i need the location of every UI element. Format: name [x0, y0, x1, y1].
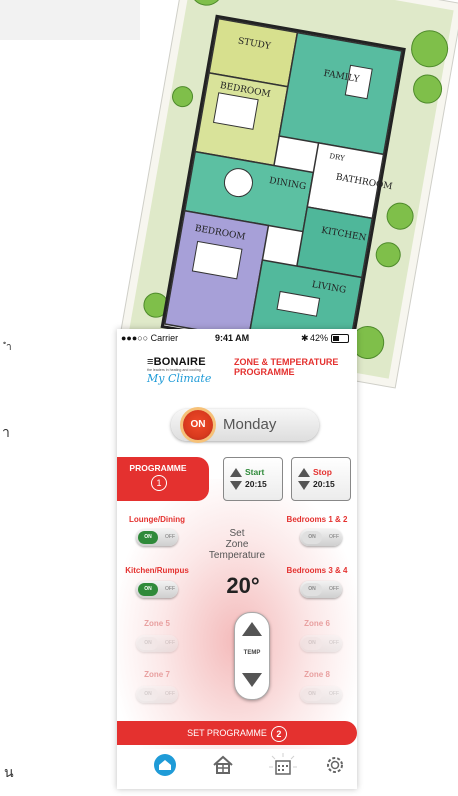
- status-bar: ●●●○○ Carrier 9:41 AM ✱ 42%: [117, 329, 357, 347]
- zone-4-toggle[interactable]: ON OFF: [300, 581, 342, 598]
- page-title: ZONE & TEMPERATURE PROGRAMME: [234, 357, 338, 377]
- zone-6-toggle[interactable]: ON OFF: [300, 635, 342, 652]
- set-zone-temperature-label: Set Zone Temperature: [205, 528, 269, 561]
- stop-down-arrow-icon[interactable]: [298, 481, 310, 490]
- temperature-stepper[interactable]: TEMP: [234, 612, 270, 700]
- zone-6-label: Zone 6: [304, 619, 330, 628]
- tab-bar: [117, 749, 357, 789]
- set-programme-label: SET PROGRAMME: [187, 728, 267, 738]
- set-programme-button[interactable]: SET PROGRAMME 2: [117, 721, 357, 745]
- zone-3-label: Kitchen/Rumpus: [125, 566, 189, 575]
- edge-text-3: น: [4, 765, 14, 781]
- zones-icon: [213, 755, 233, 774]
- zone-4-label: Bedrooms 3 & 4: [286, 566, 348, 575]
- zone-5-toggle[interactable]: ON OFF: [136, 635, 178, 652]
- stop-label: Stop: [313, 467, 332, 477]
- start-time-stepper[interactable]: Start 20:15: [223, 457, 283, 501]
- set-label-line3: Temperature: [208, 550, 266, 561]
- bonaire-logo: ≡BONAIRE the leaders in heating and cool…: [147, 356, 217, 385]
- home-icon: [154, 754, 176, 776]
- start-label: Start: [245, 467, 265, 477]
- zone-5-label: Zone 5: [144, 619, 170, 628]
- temp-label: TEMP: [243, 650, 261, 656]
- start-down-arrow-icon[interactable]: [230, 481, 242, 490]
- zone-8-label: Zone 8: [304, 670, 330, 679]
- zone-1-label: Lounge/Dining: [129, 515, 185, 524]
- zone-3-toggle[interactable]: ON OFF: [136, 581, 178, 598]
- battery-text: 42%: [310, 333, 329, 343]
- start-up-arrow-icon[interactable]: [230, 468, 242, 477]
- programme-number-badge: 1: [151, 475, 167, 491]
- battery-icon: [331, 334, 349, 343]
- temp-down-arrow-icon[interactable]: [242, 673, 262, 687]
- logo-brand: ≡BONAIRE: [147, 356, 206, 368]
- zone-8-toggle[interactable]: ON OFF: [300, 686, 342, 703]
- zone-2-toggle[interactable]: ON OFF: [300, 529, 342, 546]
- zone-2-label: Bedrooms 1 & 2: [286, 515, 348, 524]
- temperature-value: 20°: [226, 573, 260, 598]
- tab-zones[interactable]: [211, 753, 241, 783]
- bluetooth-icon: ✱: [301, 333, 309, 343]
- settings-icon: [327, 757, 343, 773]
- logo-script: My Climate: [147, 372, 212, 385]
- set-label-line2: Zone: [225, 539, 249, 550]
- set-label-line1: Set: [229, 528, 245, 539]
- programme-tab-label: PROGRAMME: [129, 463, 187, 473]
- phone-screen: ●●●○○ Carrier 9:41 AM ✱ 42% ≡BONAIRE the…: [117, 329, 357, 789]
- carrier-text: ●●●○○ Carrier: [121, 333, 179, 343]
- power-on-button[interactable]: ON: [183, 410, 213, 440]
- clock-text: 9:41 AM: [215, 333, 250, 343]
- set-programme-number-badge: 2: [270, 725, 287, 742]
- tab-settings[interactable]: [323, 753, 353, 783]
- zone-7-label: Zone 7: [144, 670, 170, 679]
- zone-7-toggle[interactable]: ON OFF: [136, 686, 178, 703]
- page-title-line1: ZONE & TEMPERATURE: [234, 357, 339, 367]
- tab-programme[interactable]: [269, 753, 299, 783]
- calendar-icon: [269, 753, 297, 775]
- day-label[interactable]: Monday: [223, 416, 276, 433]
- stop-up-arrow-icon[interactable]: [298, 468, 310, 477]
- temp-up-arrow-icon[interactable]: [242, 622, 262, 636]
- zone-1-toggle[interactable]: ON OFF: [136, 529, 178, 546]
- start-time-value: 20:15: [245, 479, 267, 489]
- programme-tab[interactable]: PROGRAMME 1: [117, 457, 209, 501]
- page-title-line2: PROGRAMME: [234, 367, 295, 377]
- stop-time-stepper[interactable]: Stop 20:15: [291, 457, 351, 501]
- stop-time-value: 20:15: [313, 479, 335, 489]
- tab-home[interactable]: [153, 753, 183, 783]
